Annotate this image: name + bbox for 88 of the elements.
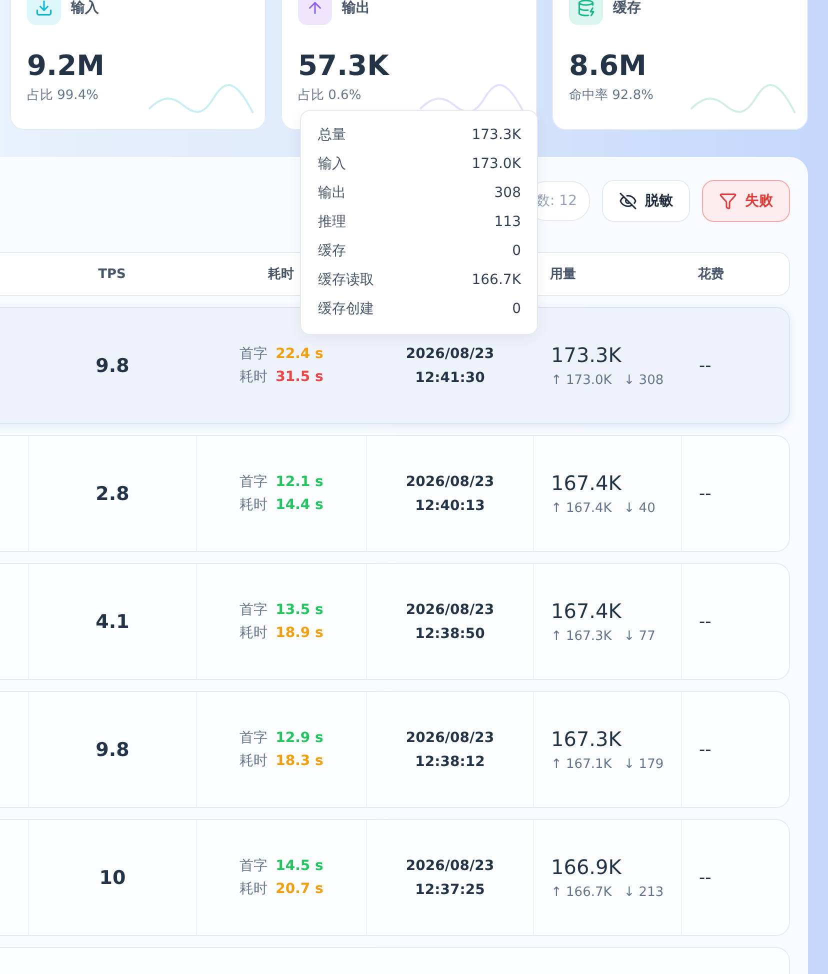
mask-toggle-button[interactable]: 脱敏 — [602, 180, 690, 222]
stat-label: 输出 — [342, 0, 370, 17]
time-text: 12:40:13 — [415, 496, 485, 516]
tooltip-value: 173.3K — [472, 126, 521, 145]
eye-off-icon — [619, 192, 637, 210]
tps-value: 10 — [99, 866, 126, 888]
timing-value: 14.4 s — [276, 496, 324, 514]
funnel-icon — [719, 192, 737, 210]
stat-value: 57.3K — [298, 49, 390, 82]
table-row[interactable]: 9.8 首字 12.9 s 耗时 18.3 s 2026/08/23 12:38:12 167.3K ↑ 167.1K ↓ 179 -- — [0, 691, 790, 808]
stat-value: 8.6M — [569, 49, 648, 82]
timing-value: 20.7 s — [276, 880, 324, 898]
time-text: 12:37:25 — [415, 880, 485, 900]
output-tokens-text: ↓ 40 — [624, 501, 656, 516]
time-text: 12:41:30 — [415, 368, 485, 388]
usage-total: 167.4K — [551, 471, 622, 495]
usage-total: 167.3K — [551, 727, 622, 751]
tooltip-label: 缓存 — [318, 242, 346, 261]
timing-label: 耗时 — [240, 368, 268, 386]
timing-label: 首字 — [240, 600, 268, 620]
timing-value: 18.3 s — [276, 752, 324, 770]
time-text: 12:38:50 — [415, 624, 485, 644]
column-header: 耗时 — [268, 266, 294, 283]
tooltip-label: 推理 — [318, 213, 346, 232]
output-tokens-text: ↓ 179 — [624, 757, 664, 772]
tooltip-value: 0 — [512, 242, 521, 261]
time-text: 12:38:12 — [415, 752, 485, 772]
cost-value: -- — [699, 484, 712, 504]
tooltip-label: 总量 — [318, 126, 346, 145]
timing-value: 13.5 s — [276, 600, 324, 620]
tooltip-label: 缓存读取 — [318, 271, 374, 290]
input-tokens-text: ↑ 167.3K — [551, 629, 612, 644]
tooltip-label: 输出 — [318, 184, 346, 203]
timing-label: 首字 — [240, 728, 268, 748]
date-text: 2026/08/23 — [406, 472, 494, 492]
table-row[interactable]: 2.8 首字 12.1 s 耗时 14.4 s 2026/08/23 12:40:13 167.4K ↑ 167.4K ↓ 40 -- — [0, 435, 790, 552]
timing-label: 首字 — [240, 472, 268, 492]
input-tokens-text: ↑ 167.4K — [551, 501, 612, 516]
timing-label: 首字 — [240, 856, 268, 876]
usage-total: 166.9K — [551, 855, 622, 879]
stat-label: 缓存 — [613, 0, 641, 17]
output-tokens-text: ↓ 308 — [624, 373, 664, 388]
table-row[interactable]: 4.1 首字 13.5 s 耗时 18.9 s 2026/08/23 12:38:50 167.4K ↑ 167.3K ↓ 77 -- — [0, 563, 790, 680]
date-text: 2026/08/23 — [406, 728, 494, 748]
cost-value: -- — [699, 356, 712, 376]
cost-value: -- — [699, 868, 712, 888]
tooltip-label: 输入 — [318, 155, 346, 174]
timing-label: 耗时 — [240, 624, 268, 642]
tooltip-value: 166.7K — [472, 271, 521, 290]
output-tokens-text: ↓ 77 — [624, 629, 656, 644]
date-text: 2026/08/23 — [406, 600, 494, 620]
stat-subtext: 占比 0.6% — [298, 87, 362, 104]
tooltip-value: 308 — [494, 184, 521, 203]
input-tokens-text: ↑ 173.0K — [551, 373, 612, 388]
tps-value: 2.8 — [96, 482, 130, 504]
timing-value: 14.5 s — [276, 856, 324, 876]
timing-value: 12.9 s — [276, 728, 324, 748]
filter-button[interactable]: 失败 — [702, 180, 790, 222]
usage-total: 173.3K — [551, 343, 622, 367]
tps-value: 9.8 — [96, 738, 130, 760]
tooltip-value: 173.0K — [472, 155, 521, 174]
date-text: 2026/08/23 — [406, 856, 494, 876]
timing-label: 耗时 — [240, 496, 268, 514]
stat-value: 9.2M — [27, 49, 106, 82]
column-header: TPS — [98, 266, 126, 282]
timing-label: 耗时 — [240, 752, 268, 770]
usage-total: 167.4K — [551, 599, 622, 623]
tps-value: 9.8 — [96, 354, 130, 376]
cost-value: -- — [699, 740, 712, 760]
cost-value: -- — [699, 612, 712, 632]
input-tokens-text: ↑ 166.7K — [551, 885, 612, 900]
table-row[interactable]: 10 首字 14.5 s 耗时 20.7 s 2026/08/23 12:37:25 166.9K ↑ 166.7K ↓ 213 -- — [0, 819, 790, 936]
timing-value: 12.1 s — [276, 472, 324, 492]
timing-label: 首字 — [240, 344, 268, 364]
date-text: 2026/08/23 — [406, 344, 494, 364]
timing-value: 31.5 s — [276, 368, 324, 386]
stat-label: 输入 — [71, 0, 99, 17]
stat-subtext: 占比 99.4% — [27, 87, 100, 104]
column-header: 用量 — [548, 266, 576, 283]
column-header: 花费 — [696, 266, 724, 283]
stat-subtext: 命中率 92.8% — [569, 87, 654, 104]
timing-label: 耗时 — [240, 880, 268, 898]
input-tokens-text: ↑ 167.1K — [551, 757, 612, 772]
timing-value: 18.9 s — [276, 624, 324, 642]
tooltip-value: 113 — [494, 213, 521, 232]
output-tokens-text: ↓ 213 — [624, 885, 664, 900]
timing-value: 22.4 s — [276, 344, 324, 364]
tps-value: 4.1 — [96, 610, 130, 632]
